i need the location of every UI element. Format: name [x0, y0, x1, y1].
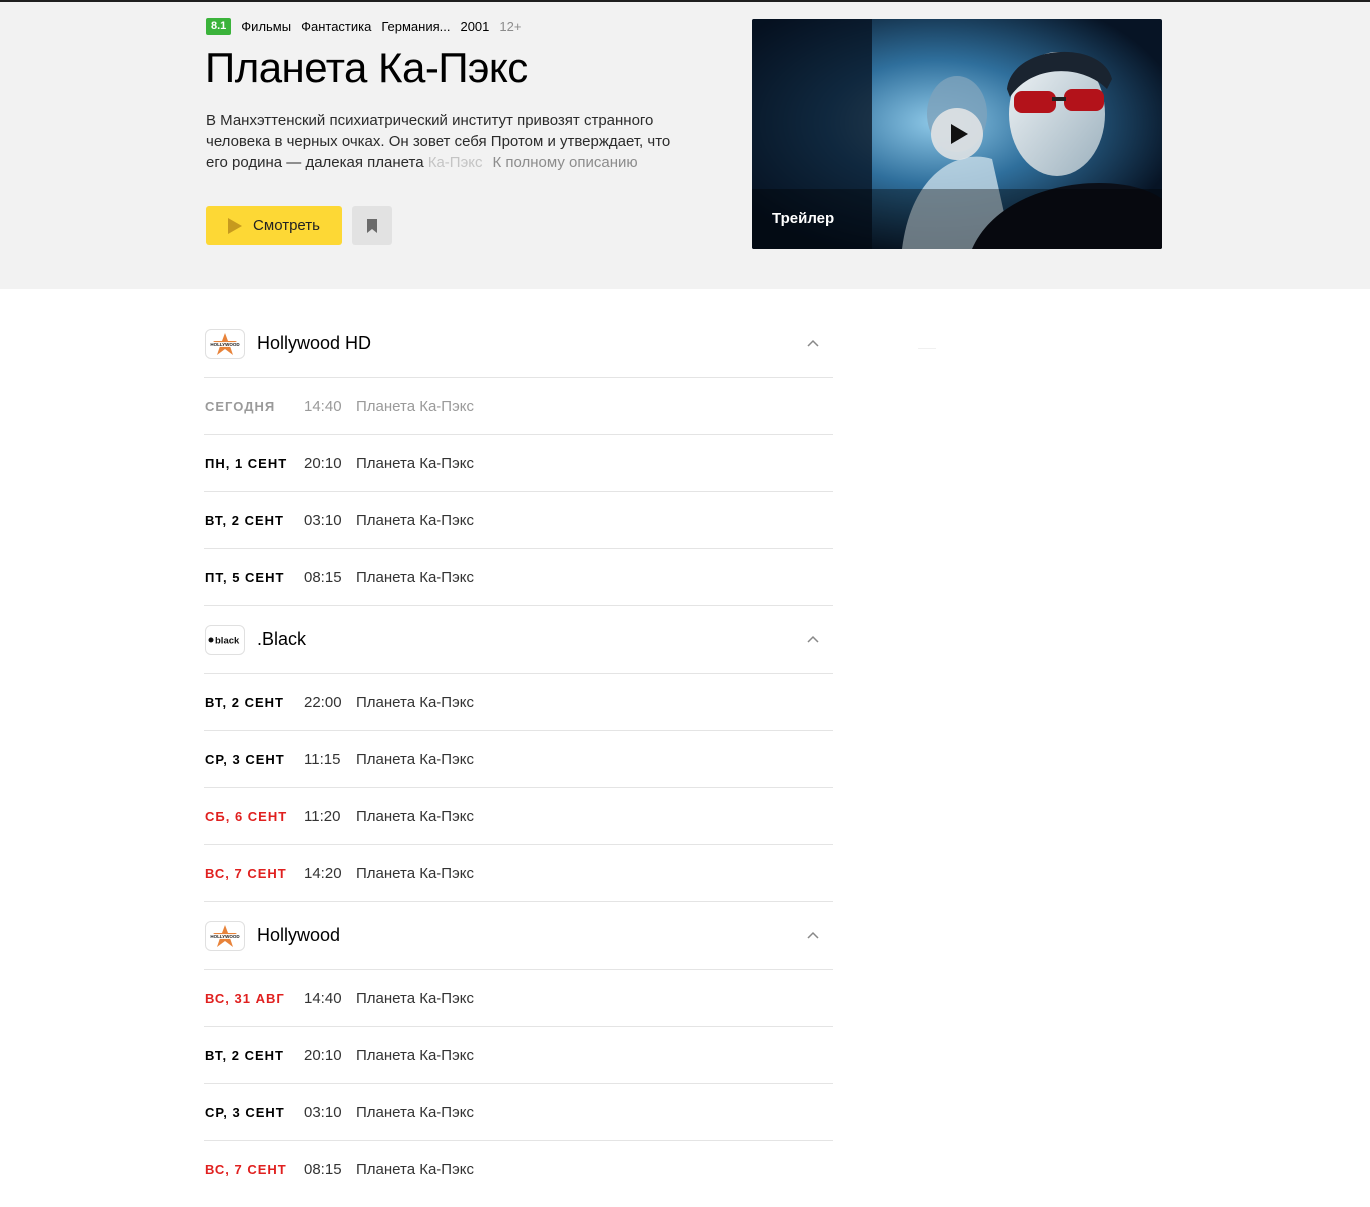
schedule-row[interactable]: СР, 3 СЕНТ 03:10 Планета Ка-Пэкс	[204, 1084, 833, 1141]
channel-logo-hollywood: HOLLYWOOD	[205, 920, 245, 951]
movie-meta: 8.1 Фильмы Фантастика Германия... 2001 1…	[206, 18, 521, 35]
channel-logo-hollywood-hd: HOLLYWOOD	[205, 328, 245, 359]
schedule-time: 20:10	[304, 1046, 342, 1064]
schedule-row[interactable]: ВС, 31 АВГ 14:40 Планета Ка-Пэкс	[204, 970, 833, 1027]
schedule-time: 08:15	[304, 568, 342, 586]
schedule-day: ПТ, 5 СЕНТ	[205, 569, 285, 585]
schedule-day: ВТ, 2 СЕНТ	[205, 1047, 284, 1063]
schedule-day: ВС, 7 СЕНТ	[205, 1162, 287, 1177]
chevron-up-icon[interactable]	[807, 337, 819, 349]
schedule-day: ВТ, 2 СЕНТ	[205, 694, 284, 710]
schedule-row[interactable]: ПН, 1 СЕНТ 20:10 Планета Ка-Пэкс	[204, 435, 833, 492]
schedule-row[interactable]: ВТ, 2 СЕНТ 03:10 Планета Ка-Пэкс	[204, 492, 833, 549]
schedule-time: 03:10	[304, 511, 342, 529]
schedule-program: Планета Ка-Пэкс	[356, 989, 474, 1007]
page-title: Планета Ка-Пэкс	[205, 44, 528, 91]
schedule-row[interactable]: СБ, 6 СЕНТ 11:20 Планета Ка-Пэкс	[204, 788, 833, 845]
schedule-row[interactable]: ПТ, 5 СЕНТ 08:15 Планета Ка-Пэкс	[204, 549, 833, 606]
trailer-play-button[interactable]	[931, 108, 983, 160]
schedule-day: ПН, 1 СЕНТ	[205, 455, 288, 471]
schedule-time: 14:40	[304, 989, 342, 1007]
channel-name: Hollywood HD	[257, 333, 372, 353]
black-logo-icon: black	[208, 635, 240, 646]
schedule-row[interactable]: ВТ, 2 СЕНТ 22:00 Планета Ка-Пэкс	[204, 674, 833, 731]
watch-button-label: Смотреть	[253, 217, 320, 234]
channel-header-black[interactable]: black .Black	[204, 606, 833, 674]
meta-year: 2001	[460, 19, 490, 34]
channel-name: Hollywood	[257, 925, 341, 945]
play-icon	[228, 217, 243, 234]
schedule-time: 03:10	[304, 1103, 342, 1121]
schedule-row[interactable]: ВС, 7 СЕНТ 08:15 Планета Ка-Пэкс	[204, 1141, 833, 1198]
schedule-program: Планета Ка-Пэкс	[356, 454, 474, 472]
channel-header-hollywood-hd[interactable]: HOLLYWOOD Hollywood HD	[204, 310, 833, 378]
age-rating: 12+	[499, 19, 522, 34]
chevron-up-icon[interactable]	[807, 633, 819, 645]
schedule-time: 14:20	[304, 864, 342, 882]
schedule-day: ВС, 7 СЕНТ	[205, 865, 287, 881]
schedule-list: HOLLYWOOD Hollywood HD СЕГОДНЯ 14:40 Пла…	[204, 310, 833, 1198]
schedule-time: 11:15	[304, 750, 341, 768]
schedule-program: Планета Ка-Пэкс	[356, 807, 474, 825]
hollywood-logo-icon: HOLLYWOOD	[210, 924, 240, 947]
movie-description: В Манхэттенский психиатрический институт…	[206, 110, 676, 173]
schedule-program: Планета Ка-Пэкс	[356, 693, 474, 711]
hollywood-logo-icon: HOLLYWOOD	[210, 332, 240, 355]
schedule-row[interactable]: ВТ, 2 СЕНТ 20:10 Планета Ка-Пэкс	[204, 1027, 833, 1084]
schedule-program: Планета Ка-Пэкс	[356, 568, 474, 586]
full-description-link[interactable]: К полному описанию	[492, 154, 637, 171]
schedule-program: Планета Ка-Пэкс	[356, 397, 474, 415]
schedule-time: 22:00	[304, 693, 342, 711]
divider	[918, 348, 936, 349]
schedule-row[interactable]: ВС, 7 СЕНТ 14:20 Планета Ка-Пэкс	[204, 845, 833, 902]
schedule-program: Планета Ка-Пэкс	[356, 750, 474, 768]
trailer-player[interactable]: Трейлер	[752, 19, 1162, 249]
svg-text:HOLLYWOOD: HOLLYWOOD	[210, 342, 240, 347]
channel-header-hollywood[interactable]: HOLLYWOOD Hollywood	[204, 902, 833, 970]
schedule-day: СР, 3 СЕНТ	[205, 1104, 285, 1120]
schedule-program: Планета Ка-Пэкс	[356, 511, 474, 529]
bookmark-button[interactable]	[352, 206, 392, 245]
svg-text:HOLLYWOOD: HOLLYWOOD	[210, 934, 240, 939]
schedule-program: Планета Ка-Пэкс	[356, 1046, 474, 1064]
schedule-day: СБ, 6 СЕНТ	[205, 808, 288, 824]
schedule-time: 08:15	[304, 1161, 342, 1178]
schedule-time: 14:40	[304, 397, 342, 415]
svg-text:black: black	[215, 635, 240, 646]
description-fade: Ка-Пэкс	[427, 154, 483, 171]
trailer-label: Трейлер	[772, 210, 835, 227]
schedule-row[interactable]: СР, 3 СЕНТ 11:15 Планета Ка-Пэкс	[204, 731, 833, 788]
schedule-day: СР, 3 СЕНТ	[205, 751, 285, 767]
meta-genre[interactable]: Фантастика	[301, 19, 371, 34]
schedule-day: СЕГОДНЯ	[205, 398, 276, 414]
schedule-program: Планета Ка-Пэкс	[356, 1161, 474, 1178]
meta-country: Германия...	[381, 19, 451, 34]
bookmark-icon	[367, 218, 377, 233]
channel-logo-black: black	[205, 624, 245, 655]
schedule-day: ВТ, 2 СЕНТ	[205, 512, 284, 528]
schedule-row[interactable]: СЕГОДНЯ 14:40 Планета Ка-Пэкс	[204, 378, 833, 435]
schedule-program: Планета Ка-Пэкс	[356, 864, 474, 882]
channel-name: .Black	[257, 629, 307, 649]
watch-button[interactable]: Смотреть	[206, 206, 342, 245]
play-icon	[951, 124, 968, 144]
chevron-up-icon[interactable]	[807, 929, 819, 941]
rating-badge: 8.1	[206, 18, 232, 35]
schedule-day: ВС, 31 АВГ	[205, 990, 285, 1006]
schedule-program: Планета Ка-Пэкс	[356, 1103, 474, 1121]
schedule-time: 20:10	[304, 454, 342, 472]
meta-type[interactable]: Фильмы	[241, 19, 291, 34]
schedule-time: 11:20	[304, 807, 341, 825]
